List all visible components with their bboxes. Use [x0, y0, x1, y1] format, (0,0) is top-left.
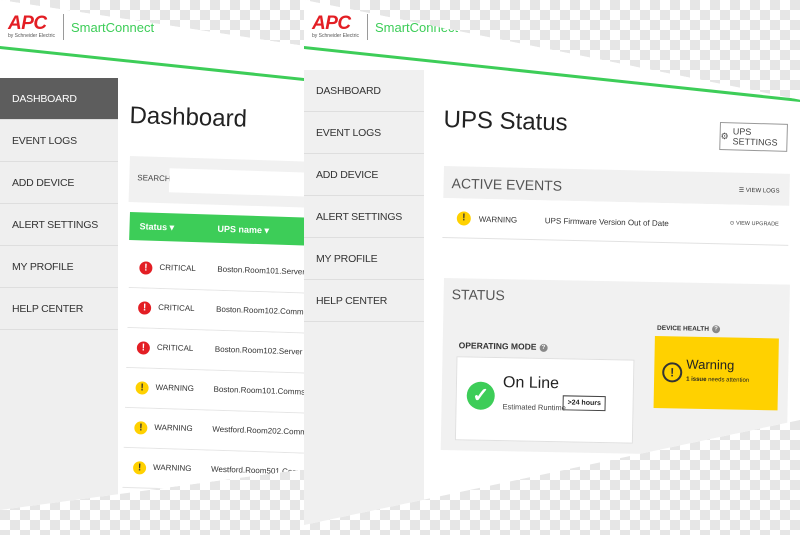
- operating-mode-label: OPERATING MODE?: [459, 340, 548, 352]
- apc-logo: APC: [312, 13, 351, 34]
- apc-subtitle: by Schneider Electric: [312, 33, 359, 39]
- row-ups-name[interactable]: Boston.Room102.Comms: [216, 305, 304, 317]
- device-health-box[interactable]: ! Warning 1 issue needs attention: [653, 336, 779, 411]
- help-icon[interactable]: ?: [539, 343, 548, 352]
- row-status: WARNING: [155, 382, 195, 394]
- apc-subtitle: by Schneider Electric: [8, 33, 55, 39]
- checkmark-icon: ✓: [466, 381, 496, 410]
- nav-event-logs[interactable]: EVENT LOGS: [0, 120, 118, 162]
- nav-add-device[interactable]: ADD DEVICE: [0, 162, 118, 204]
- nav-dashboard[interactable]: DASHBOARD: [304, 70, 424, 112]
- brand-name: SmartConnect: [374, 19, 459, 35]
- search-label: SEARCH: [137, 173, 171, 184]
- search-input[interactable]: [168, 168, 304, 197]
- row-status: WARNING: [152, 462, 192, 474]
- row-status: CRITICAL: [159, 262, 196, 274]
- warning-icon: !: [135, 381, 149, 395]
- table-row[interactable]: ! CRITICAL Boston.Room102.Comms: [127, 287, 304, 334]
- device-table: ! CRITICAL Boston.Room101.Server ! CRITI…: [122, 248, 304, 494]
- table-row[interactable]: ! WARNING Westford.Room202.Comms: [123, 407, 304, 454]
- device-health-value: Warning: [686, 356, 735, 373]
- logo[interactable]: APC by Schneider Electric SmartConnect: [312, 14, 458, 40]
- view-upgrade-link[interactable]: ⊙ VIEW UPGRADE: [730, 221, 779, 228]
- column-status[interactable]: Status ▾: [139, 221, 174, 233]
- row-ups-name[interactable]: Westford.Room501.Comms: [211, 465, 304, 477]
- row-ups-name[interactable]: Boston.Room101.Comms: [213, 385, 304, 397]
- device-health-label: DEVICE HEALTH?: [657, 324, 721, 334]
- table-row[interactable]: ! WARNING Boston.Room101.Comms: [124, 367, 304, 414]
- nav-help-center[interactable]: HELP CENTER: [304, 280, 424, 322]
- view-logs-link[interactable]: ☰ VIEW LOGS: [739, 187, 780, 195]
- table-row[interactable]: ! CRITICAL Boston.Room101.Server: [128, 248, 304, 294]
- event-status: WARNING: [478, 214, 518, 225]
- ups-status-window: APC by Schneider Electric SmartConnect ⏻…: [304, 0, 800, 525]
- status-card: STATUS OPERATING MODE? ✓ On Line Estimat…: [440, 278, 790, 457]
- operating-mode-value: On Line: [502, 374, 560, 393]
- status-title: STATUS: [451, 286, 505, 304]
- search-bar: SEARCH: [128, 156, 304, 208]
- column-ups-name[interactable]: UPS name ▾: [217, 224, 269, 237]
- nav-dashboard[interactable]: DASHBOARD: [0, 78, 118, 120]
- table-row[interactable]: ! CRITICAL Boston.Room102.Server: [126, 327, 304, 374]
- header: [0, 0, 304, 80]
- apc-logo: APC: [8, 13, 47, 34]
- nav-my-profile[interactable]: MY PROFILE: [0, 246, 118, 288]
- active-events-title: ACTIVE EVENTS: [451, 175, 563, 194]
- active-events-card: ACTIVE EVENTS ☰ VIEW LOGS ! WARNING UPS …: [442, 166, 790, 254]
- table-header: Status ▾ UPS name ▾: [129, 212, 304, 246]
- warning-icon: !: [132, 461, 147, 475]
- row-ups-name[interactable]: Boston.Room102.Server: [215, 345, 303, 357]
- critical-icon: !: [137, 301, 152, 315]
- nav-help-center[interactable]: HELP CENTER: [0, 288, 118, 330]
- critical-icon: !: [139, 261, 153, 275]
- warning-icon: !: [662, 362, 683, 383]
- runtime-value: >24 hours: [562, 395, 607, 412]
- row-ups-name[interactable]: Boston.Room101.Server: [217, 265, 304, 277]
- logo[interactable]: APC by Schneider Electric SmartConnect: [8, 14, 154, 40]
- header: [304, 0, 800, 80]
- help-icon[interactable]: ?: [711, 325, 721, 334]
- sidebar: DASHBOARD EVENT LOGS ADD DEVICE ALERT SE…: [0, 78, 118, 510]
- page-title: Dashboard: [129, 102, 248, 133]
- gear-icon: ⚙: [720, 130, 729, 141]
- table-row[interactable]: ! WARNING Westford.Room501.Comms: [122, 447, 304, 494]
- row-status: CRITICAL: [156, 342, 194, 354]
- nav-my-profile[interactable]: MY PROFILE: [304, 238, 424, 280]
- event-message: UPS Firmware Version Out of Date: [544, 216, 669, 229]
- logo-divider: [366, 14, 368, 40]
- logout-link[interactable]: ⏻ LOG OUT: [761, 86, 792, 93]
- issue-summary: 1 issue needs attention: [686, 376, 750, 384]
- brand-name: SmartConnect: [70, 19, 155, 35]
- row-status: WARNING: [154, 422, 193, 434]
- dashboard-window: APC by Schneider Electric SmartConnect D…: [0, 0, 304, 510]
- warning-icon: !: [456, 211, 471, 226]
- runtime-label: Estimated Runtime: [502, 402, 566, 413]
- warning-icon: !: [134, 421, 148, 435]
- event-row[interactable]: ! WARNING UPS Firmware Version Out of Da…: [442, 197, 790, 246]
- nav-event-logs[interactable]: EVENT LOGS: [304, 112, 424, 154]
- logo-divider: [62, 14, 64, 40]
- critical-icon: !: [136, 341, 151, 355]
- operating-mode-box: ✓ On Line Estimated Runtime >24 hours: [454, 356, 635, 444]
- nav-add-device[interactable]: ADD DEVICE: [304, 154, 424, 196]
- page-title: UPS Status: [443, 106, 569, 137]
- nav-alert-settings[interactable]: ALERT SETTINGS: [0, 204, 118, 246]
- row-ups-name[interactable]: Westford.Room202.Comms: [212, 425, 304, 437]
- sidebar: DASHBOARD EVENT LOGS ADD DEVICE ALERT SE…: [304, 70, 424, 525]
- row-status: CRITICAL: [158, 302, 195, 314]
- nav-alert-settings[interactable]: ALERT SETTINGS: [304, 196, 424, 238]
- ups-settings-button[interactable]: ⚙ UPS SETTINGS: [719, 122, 788, 152]
